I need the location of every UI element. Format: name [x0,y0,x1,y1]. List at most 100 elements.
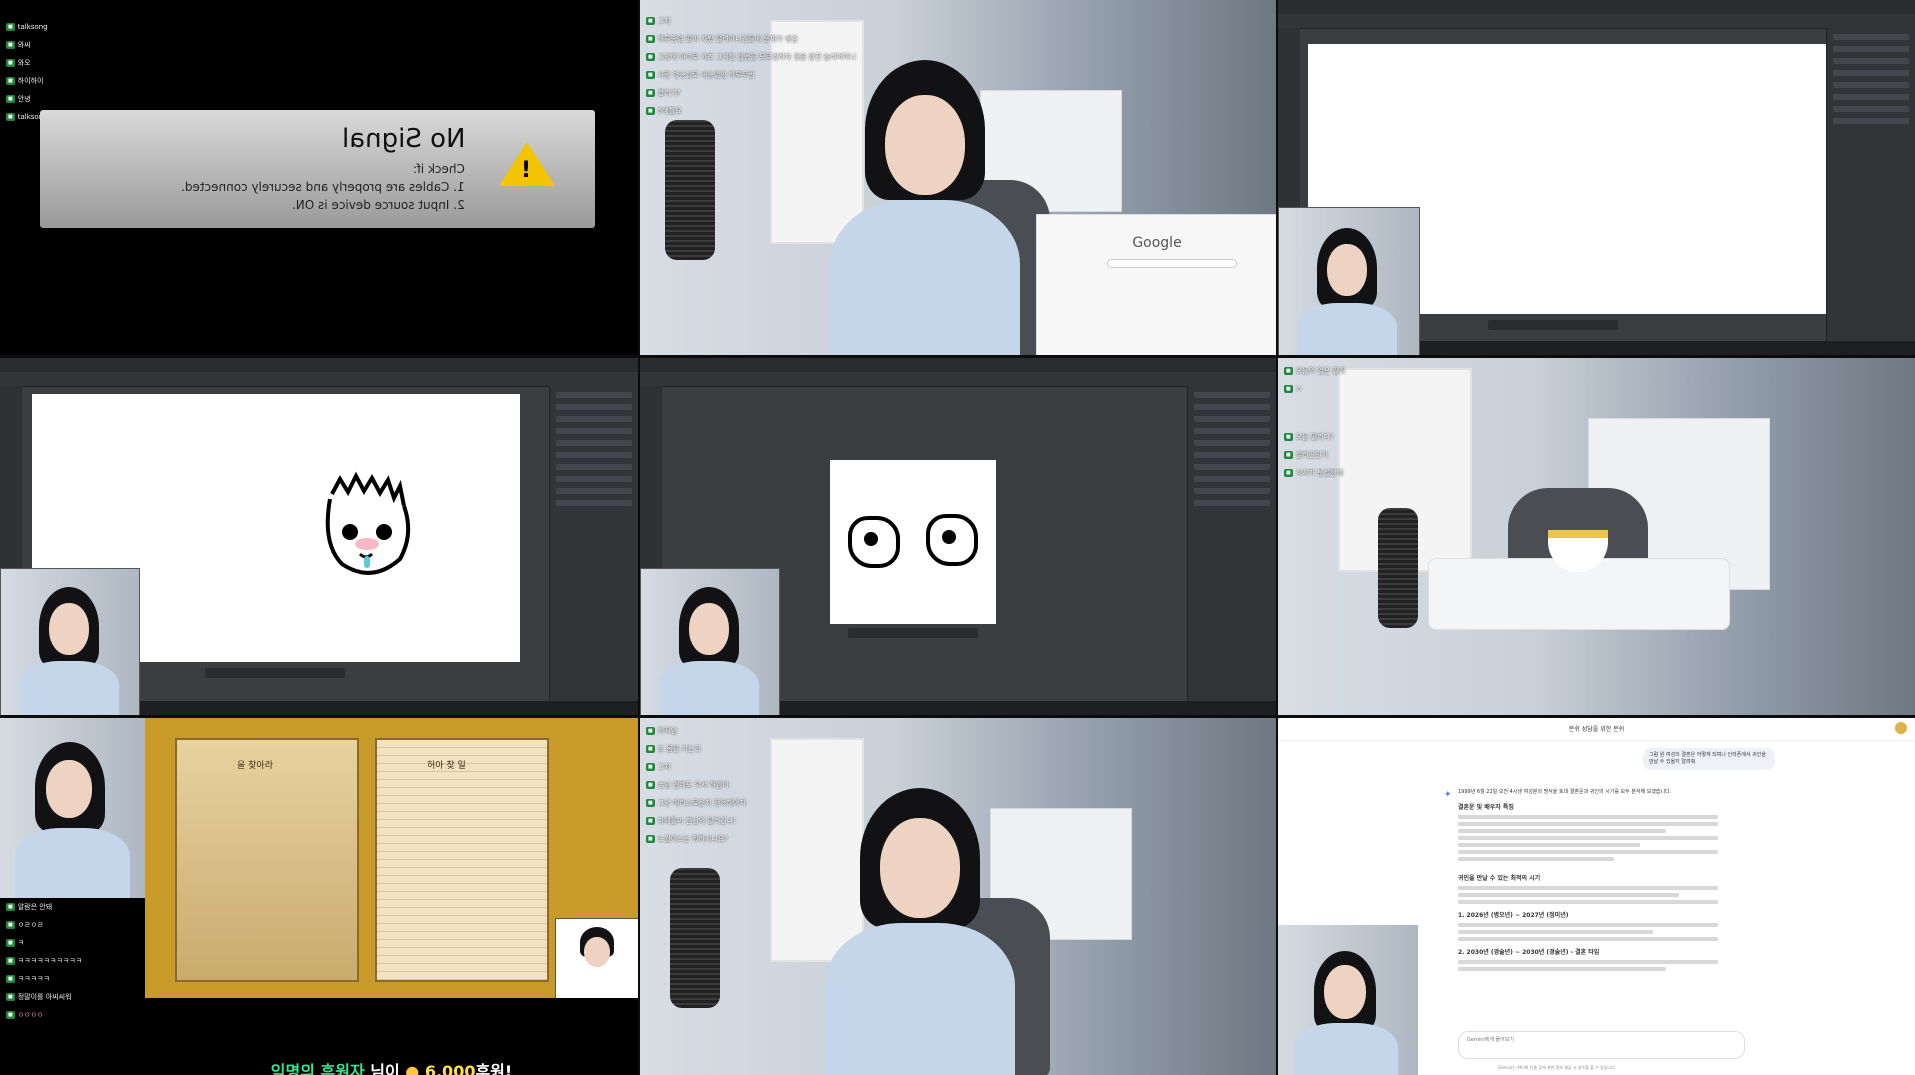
ps-options-bar [1278,14,1915,29]
chat-line: ■ 그치 [646,12,856,30]
gemini-header: 몬쉬 성담을 위한 몬쉬 [1278,718,1915,741]
chat-badge: ■ [1284,385,1293,393]
chat-message: 안녕 [17,95,31,103]
avatar[interactable] [1895,722,1907,734]
chat-line: ■ ㅇㄹㅇㄹ [6,916,82,934]
shirt [830,200,1020,355]
chat-badge: ■ [646,817,655,825]
chat-line: ■ ㅇ [1284,380,1345,398]
ps-menubar [640,358,1276,372]
chat-line: ■ 그냥 예라스로운지 전육해야지 [646,794,746,812]
tile-photoshop-blank [1278,0,1915,355]
chat-line: ■ 셀리긴인가 [1284,446,1345,464]
chat-badge: ■ [6,921,15,929]
donation-alert: 익명의 후원자 님이 ● 6,000후원! [145,998,638,1075]
chat-message: 와씨 [17,41,31,49]
chat-badge: ■ [6,59,15,67]
chat-badge: ■ [1284,367,1293,375]
shirt [19,661,119,715]
donation-amount: 6,000 [424,1062,476,1075]
chat-line: ■ 또 몸을 키는것 [646,740,746,758]
chat-message: 노월이스는 뭐하시나요? [657,835,729,843]
user-message: 그럼 원 여성의 결혼은 어떻게 되며나 인라폰에서 귀인을 만날 수 있을지 … [1643,748,1775,770]
chat-badge: ■ [6,975,15,983]
chat-badge: ■ [646,71,655,79]
ps-context-bar[interactable] [1488,320,1618,330]
chat-message: ㅋㅋㅋㅋㅋㅋㅋㅋㅋㅋ [17,957,83,965]
chat-message: 파에올씨 한선의 달리긴나! [657,817,736,825]
chat-badge: ■ [646,89,655,97]
chat-badge: ■ [646,781,655,789]
ps-context-bar[interactable] [205,668,345,678]
chat-line: ■ ㅋㅋㅋㅋㅋ [6,970,82,988]
chat-message: 손님 엔메도 우서 하임이 [657,781,729,789]
flower-drawing [926,514,978,566]
face [1327,244,1367,296]
tile-no-signal: ■ talksong ■ 와씨 ■ 와오 ■ 하이하이 ■ 안녕 ■ talksong No… [0,0,638,355]
chat-message: ㅇ [1295,385,1303,393]
chat-badge: ■ [1284,451,1293,459]
chat-message: 오늘 딸리다? [1295,433,1334,441]
tile-streamer-google: ■ 그치 ■ 하루종일 딸이 자봤 딸려아니긴들에 둔재가 생김 ■ 그냥에 아이로 … [640,0,1276,355]
chat-line: ■ 정말이를 아씨씨워 [6,988,82,1006]
chat-message: ㅋ [17,939,25,947]
chat-message: 그치 [657,17,671,25]
response-intro: 1999년 6월 22일 오전 4시생 여성분의 명식을 토대 결혼운과 귀인의… [1458,789,1672,795]
chat-badge: ■ [6,903,15,911]
gemini-prompt-input[interactable]: Gemini에게 물어보기 [1458,1031,1745,1059]
tile-photoshop-flowers [640,358,1276,715]
chat-badge: ■ [6,957,15,965]
face [584,937,610,967]
game-scene: 을 찾아라 허아 찾 일 [145,718,638,1000]
webcam-inset [1278,925,1418,1075]
tile-photoshop-face [0,358,638,715]
shirt [1297,303,1397,355]
chat-line: ■ 안녕 [6,90,48,108]
stream-grid: ■ talksong ■ 와씨 ■ 와오 ■ 하이하이 ■ 안녕 ■ talksong No… [0,0,1915,1075]
ps-panel [549,386,638,701]
ps-canvas[interactable] [830,460,996,624]
chat-badge: ■ [6,23,15,31]
chat-line: ■ 알람은 안돼 [6,898,82,916]
donation-text: 익명의 후원자 님이 ● 6,000후원! [271,1028,512,1075]
chat-message: 5예월요 [657,107,682,115]
chat-line: ■ 합리기? [646,84,856,102]
chat-line: ■ 사랑 방송실로 내송일임 하루두번 [646,66,856,84]
ps-options-bar [640,372,1276,387]
book-left-title: 을 찾아라 [237,761,273,771]
face [885,95,965,195]
chat-badge: ■ [646,17,655,25]
microphone [665,120,715,260]
chat-badge: ■ [646,745,655,753]
chat-line: ■ 노월이스는 뭐하시나요? [646,830,746,848]
chat-badge: ■ [6,993,15,1001]
chat-line: ■ ㅋㅋㅋㅋㅋㅋㅋㅋㅋㅋ [6,952,82,970]
microphone [1378,508,1418,628]
chat-overlay: ■ 알람은 안돼 ■ ㅇㄹㅇㄹ ■ ㅋ ■ ㅋㅋㅋㅋㅋㅋㅋㅋㅋㅋ ■ ㅋㅋㅋㅋㅋ ■ 정말이… [6,898,82,1024]
chat-line: ■ 하루종일 딸이 자봤 딸려아니긴들에 둔재가 생김 [646,30,856,48]
ps-options-bar [0,372,638,387]
chat-message: 정말이를 아씨씨워 [17,993,72,1001]
response-subtitle: 1. 2026년 (병오년) ~ 2027년 (정미년) [1458,912,1569,919]
chat-line: ■ 와오 [6,54,48,72]
chat-badge: ■ [6,939,15,947]
chat-overlay: ■ 그치 ■ 하루종일 딸이 자봤 딸려아니긴들에 둔재가 생김 ■ 그냥에 아이로 … [646,12,856,120]
tile-empty-room: ■ 오늘의 일은 필쥐 ■ ㅇ ■ 오늘 딸리다? ■ 셀리긴인가 ■ 식사가 분실한데 [1278,358,1915,715]
no-signal-check: Check if: [413,162,465,176]
response-section-title: 귀인을 만날 수 있는 최적의 시기 [1458,875,1541,882]
chat-message: 셀리긴인가 [1295,451,1328,459]
gemini-spark-icon: ✦ [1444,790,1452,800]
chat-badge: ■ [6,77,15,85]
chat-line: ■ 식사가 분실한데 [1284,464,1345,482]
no-signal-line2: 2. Input source device is ON. [292,198,465,212]
webcam-inset [0,718,145,898]
ps-context-bar[interactable] [848,628,978,638]
tile-streamer-talking: ■ 회작임 ■ 또 몸을 키는것 ■ 그치 ■ 손님 엔메도 우서 하임이 ■ 그냥 예라… [640,718,1276,1075]
chat-message: 그냥에 아이로 가즈 그게한 한번을 모르겐하자 정을 완전 놀리어아니 [657,53,856,61]
gemini-response: 1999년 6월 22일 오전 4시생 여성분의 명식을 토대 결혼운과 귀인의… [1458,788,1718,974]
face [880,818,960,918]
chat-badge: ■ [646,799,655,807]
google-window[interactable]: Google [1036,214,1276,355]
google-search-input[interactable] [1107,259,1237,268]
shirt [825,923,1015,1075]
